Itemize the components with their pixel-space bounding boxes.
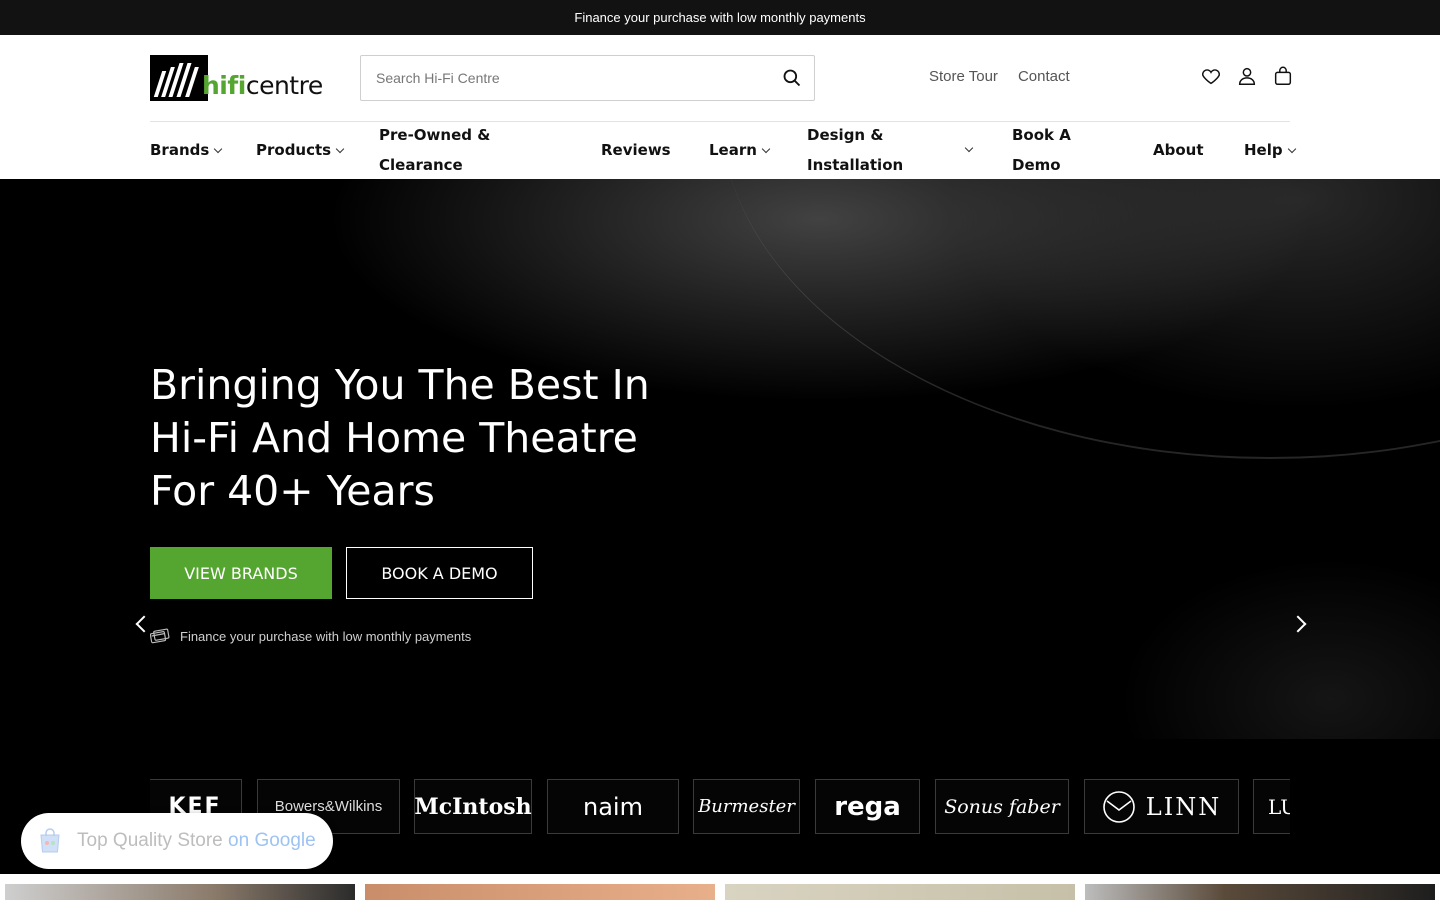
nav-item-help[interactable]: Help: [1244, 135, 1296, 165]
preview-tile[interactable]: [5, 884, 355, 900]
announcement-text: Finance your purchase with low monthly p…: [574, 10, 866, 25]
chevron-down-icon[interactable]: [964, 143, 974, 153]
logo-wordmark: hificentre: [202, 71, 323, 100]
brand-logo-naim[interactable]: naim: [547, 779, 679, 834]
hero-headline: Bringing You The Best In Hi-Fi And Home …: [150, 361, 650, 515]
header-icons: [1200, 65, 1294, 87]
preview-tile[interactable]: [725, 884, 1075, 900]
heart-icon[interactable]: [1200, 65, 1222, 87]
main-nav: Brands Products Pre-Owned & Clearance Rev…: [0, 122, 1440, 179]
shopping-bag-icon: [40, 828, 60, 853]
nav-item-brands[interactable]: Brands: [150, 135, 223, 165]
google-store-badge[interactable]: Top Quality Store on Google: [21, 813, 333, 869]
user-icon[interactable]: [1236, 65, 1258, 87]
finance-note-text: Finance your purchase with low monthly p…: [180, 628, 472, 644]
nav-item-pre-owned[interactable]: Pre-Owned & Clearance: [379, 120, 490, 180]
linn-emblem-icon: [1102, 790, 1135, 823]
chevron-down-icon: [1287, 144, 1296, 154]
google-badge-label: Top Quality Store: [77, 830, 223, 851]
nav-item-about[interactable]: About: [1153, 135, 1204, 165]
hero-banner: Bringing You The Best In Hi-Fi And Home …: [0, 179, 1440, 874]
card-icon: [150, 628, 170, 644]
nav-item-reviews[interactable]: Reviews: [601, 135, 671, 165]
brand-logo-rega[interactable]: rega: [815, 779, 920, 834]
brand-logo-partial[interactable]: LU: [1253, 779, 1290, 834]
nav-item-design-installation[interactable]: Design & Installation: [807, 120, 903, 180]
google-badge-suffix: on Google: [228, 830, 316, 851]
brand-logo-burmester[interactable]: Burmester: [693, 779, 800, 834]
chevron-down-icon: [761, 144, 771, 154]
preview-tile[interactable]: [365, 884, 715, 900]
site-logo[interactable]: hificentre: [150, 55, 323, 101]
bag-icon[interactable]: [1272, 65, 1294, 87]
contact-link[interactable]: Contact: [1018, 68, 1070, 85]
view-brands-button[interactable]: VIEW BRANDS: [150, 547, 332, 599]
brand-logo-linn[interactable]: LINN: [1084, 779, 1239, 834]
chevron-down-icon: [335, 144, 345, 154]
announcement-bar: Finance your purchase with low monthly p…: [0, 0, 1440, 35]
search-icon[interactable]: [782, 68, 802, 88]
search-box: [360, 55, 815, 101]
logo-mark-icon: [150, 55, 208, 101]
preview-tile[interactable]: [1085, 884, 1435, 900]
finance-note: Finance your purchase with low monthly p…: [150, 627, 471, 645]
store-tour-link[interactable]: Store Tour: [929, 68, 998, 85]
search-input[interactable]: [361, 56, 761, 100]
chevron-down-icon: [214, 144, 223, 154]
nav-item-products[interactable]: Products: [256, 135, 345, 165]
nav-item-learn[interactable]: Learn: [709, 135, 771, 165]
book-demo-button[interactable]: BOOK A DEMO: [346, 547, 533, 599]
brand-logo-sonus-faber[interactable]: Sonus faber: [935, 779, 1069, 834]
nav-item-book-demo[interactable]: Book A Demo: [1012, 120, 1071, 180]
next-section-preview: [0, 874, 1440, 900]
site-header: hificentre Store Tour Contact Brands Pro…: [0, 35, 1440, 179]
brand-logo-mcintosh[interactable]: McIntosh: [414, 779, 532, 834]
header-links: Store Tour Contact: [929, 68, 1070, 85]
